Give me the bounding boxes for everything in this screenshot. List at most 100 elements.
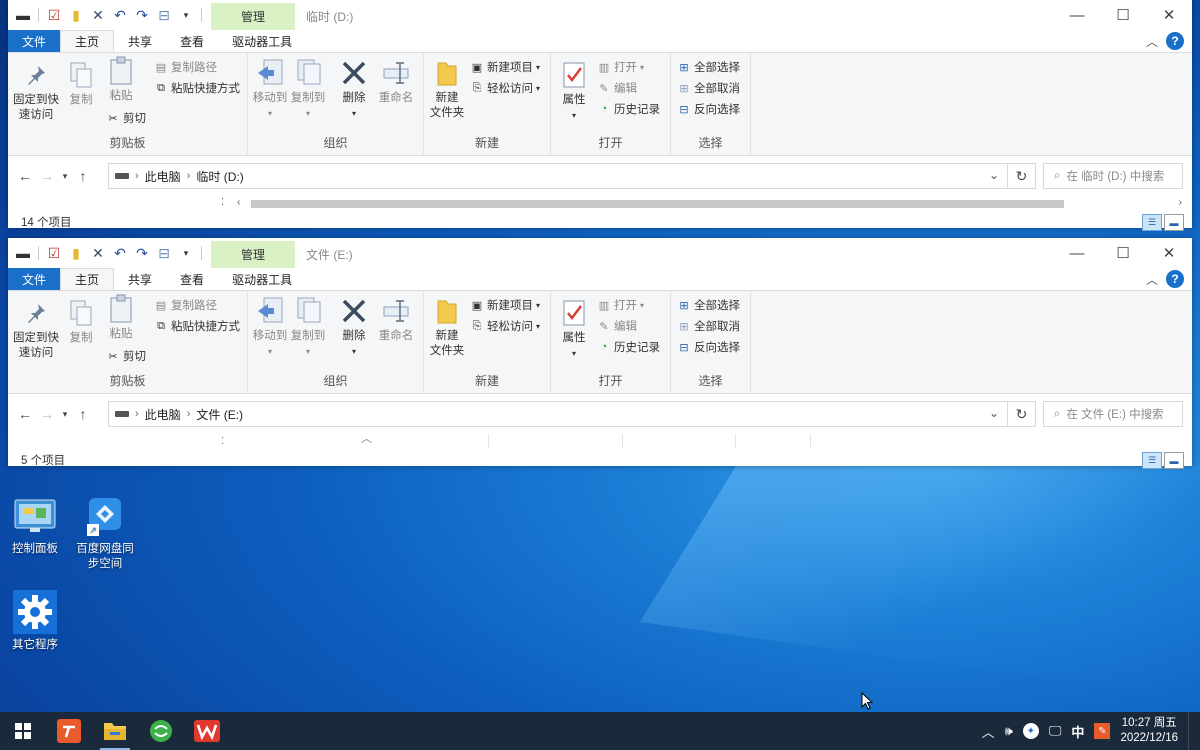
open-button[interactable]: ▥ 打开 ▾ <box>597 297 644 313</box>
taskbar-app-1[interactable] <box>46 712 92 750</box>
explorer-window-d[interactable]: ▬ ☑ ▮ ✕ ↶ ↷ ⊟ ▾ 管理 临时 (D:) — ☐ ✕ 文件 主页 共… <box>8 0 1192 231</box>
up-arrow-icon[interactable]: ↑ <box>72 406 94 422</box>
scrollbar-thumb[interactable] <box>251 200 1064 208</box>
desktop-icon-baidu-netdisk[interactable]: ↗ 百度网盘同步空间 <box>72 494 138 572</box>
file-list-area[interactable]: ⁚ ‹ › <box>8 196 1192 212</box>
new-folder-qat-button[interactable]: ▮ <box>67 244 85 262</box>
start-button[interactable] <box>0 712 46 750</box>
explorer-window-e[interactable]: ▬ ☑ ▮ ✕ ↶ ↷ ⊟ ▾ 管理 文件 (E:) — ☐ ✕ 文件 主页 共… <box>8 238 1192 469</box>
desktop-icon-control-panel[interactable]: 控制面板 <box>2 494 68 557</box>
undo-qat-button[interactable]: ↶ <box>111 244 129 262</box>
select-all-button[interactable]: ⊞ 全部选择 <box>677 297 740 313</box>
tab-file[interactable]: 文件 <box>8 30 61 52</box>
tab-drive-tools[interactable]: 驱动器工具 <box>218 30 306 52</box>
move-to-button[interactable]: 移动到 ▾ <box>252 295 288 359</box>
tab-home[interactable]: 主页 <box>60 268 115 290</box>
address-bar[interactable]: › 此电脑 › 临时 (D:) ⌄ <box>108 163 1008 189</box>
pin-quick-access-button[interactable]: 固定到快速访问 <box>12 59 60 123</box>
column-divider[interactable] <box>735 434 736 448</box>
delete-button[interactable]: 删除 ▾ <box>338 295 370 359</box>
new-folder-qat-button[interactable]: ▮ <box>67 6 85 24</box>
forward-arrow-icon[interactable]: → <box>36 168 58 184</box>
horizontal-scrollbar[interactable]: ⁚ ‹ › <box>213 196 1184 212</box>
tab-file[interactable]: 文件 <box>8 268 61 290</box>
details-view-button[interactable]: ☰ <box>1142 452 1162 469</box>
column-divider[interactable] <box>622 434 623 448</box>
delete-button[interactable]: 删除 ▾ <box>338 57 370 121</box>
properties-button[interactable]: 属性 ▾ <box>557 59 591 123</box>
breadcrumb-drive[interactable]: 文件 (E:) <box>196 406 243 423</box>
title-bar[interactable]: ▬ ☑ ▮ ✕ ↶ ↷ ⊟ ▾ 管理 临时 (D:) — ☐ ✕ <box>8 0 1192 30</box>
new-item-button[interactable]: ▣ 新建项目 ▾ <box>470 59 540 75</box>
recent-locations-chevron-icon[interactable]: ▾ <box>58 171 72 182</box>
collapse-icon[interactable]: ⁚ <box>221 197 224 208</box>
collapse-ribbon-icon[interactable]: ︿ <box>1146 271 1158 288</box>
large-icons-view-button[interactable]: ▬ <box>1164 452 1184 469</box>
file-list-area[interactable]: ⁚ ︿ <box>8 433 1192 450</box>
new-folder-button[interactable]: 新建 文件夹 <box>428 57 466 121</box>
pin-quick-access-button[interactable]: 固定到快速访问 <box>12 297 60 361</box>
breadcrumb-this-pc[interactable]: 此电脑 <box>145 406 181 423</box>
tab-home[interactable]: 主页 <box>60 30 115 52</box>
rename-qat-button[interactable]: ⊟ <box>155 6 173 24</box>
properties-qat-button[interactable]: ☑ <box>45 6 63 24</box>
history-button[interactable]: ◔ 历史记录 <box>597 339 660 355</box>
copy-button[interactable]: 复制 <box>66 59 96 108</box>
taskbar-app-green[interactable] <box>138 712 184 750</box>
properties-qat-button[interactable]: ☑ <box>45 244 63 262</box>
minimize-button[interactable]: — <box>1054 238 1100 268</box>
select-none-button[interactable]: ⊞ 全部取消 <box>677 80 740 96</box>
customize-qat-chevron-icon[interactable]: ▾ <box>177 244 195 262</box>
breadcrumb-this-pc[interactable]: 此电脑 <box>145 168 181 185</box>
manage-contextual-tab[interactable]: 管理 <box>211 3 295 30</box>
sort-ascending-icon[interactable]: ︿ <box>361 430 372 446</box>
maximize-button[interactable]: ☐ <box>1100 238 1146 268</box>
history-button[interactable]: ◔ 历史记录 <box>597 101 660 117</box>
edit-button[interactable]: ✎ 编辑 <box>597 318 637 334</box>
copy-to-button[interactable]: 复制到 ▾ <box>290 57 326 121</box>
delete-qat-button[interactable]: ✕ <box>89 244 107 262</box>
volume-icon[interactable]: 🕪 <box>1005 723 1013 739</box>
taskbar-wps[interactable] <box>184 712 230 750</box>
paste-button[interactable]: 粘贴 <box>104 55 138 104</box>
select-all-button[interactable]: ⊞ 全部选择 <box>677 59 740 75</box>
network-icon[interactable]: 🖵 <box>1049 723 1062 739</box>
rename-button[interactable]: 重命名 <box>376 57 416 106</box>
easy-access-button[interactable]: ⎘ 轻松访问 ▾ <box>470 318 540 334</box>
invert-selection-button[interactable]: ⊟ 反向选择 <box>677 339 740 355</box>
collapse-ribbon-icon[interactable]: ︿ <box>1146 33 1158 50</box>
up-arrow-icon[interactable]: ↑ <box>72 168 94 184</box>
details-view-button[interactable]: ☰ <box>1142 214 1162 231</box>
back-arrow-icon[interactable]: ← <box>14 168 36 184</box>
paste-button[interactable]: 粘贴 <box>104 293 138 342</box>
redo-qat-button[interactable]: ↷ <box>133 6 151 24</box>
undo-qat-button[interactable]: ↶ <box>111 6 129 24</box>
copy-button[interactable]: 复制 <box>66 297 96 346</box>
cut-button[interactable]: ✂ 剪切 <box>106 348 146 364</box>
easy-access-button[interactable]: ⎘ 轻松访问 ▾ <box>470 80 540 96</box>
refresh-button[interactable]: ↻ <box>1008 401 1036 427</box>
forward-arrow-icon[interactable]: → <box>36 406 58 422</box>
baidu-tray-icon[interactable]: ✦ <box>1022 723 1039 739</box>
copy-path-button[interactable]: ▤ 复制路径 <box>154 59 217 75</box>
tab-share[interactable]: 共享 <box>114 30 166 52</box>
manage-contextual-tab[interactable]: 管理 <box>211 241 295 268</box>
paste-shortcut-button[interactable]: ⧉ 粘贴快捷方式 <box>154 318 240 334</box>
scroll-left-arrow-icon[interactable]: ‹ <box>237 197 240 208</box>
customize-qat-chevron-icon[interactable]: ▾ <box>177 6 195 24</box>
address-dropdown-chevron-icon[interactable]: ⌄ <box>989 406 999 420</box>
help-icon[interactable]: ? <box>1166 32 1184 50</box>
copy-to-button[interactable]: 复制到 ▾ <box>290 295 326 359</box>
large-icons-view-button[interactable]: ▬ <box>1164 214 1184 231</box>
tab-view[interactable]: 查看 <box>166 30 218 52</box>
show-desktop-button[interactable] <box>1188 712 1192 750</box>
copy-path-button[interactable]: ▤ 复制路径 <box>154 297 217 313</box>
column-divider[interactable] <box>810 434 811 448</box>
close-button[interactable]: ✕ <box>1146 0 1192 30</box>
minimize-button[interactable]: — <box>1054 0 1100 30</box>
maximize-button[interactable]: ☐ <box>1100 0 1146 30</box>
new-item-button[interactable]: ▣ 新建项目 ▾ <box>470 297 540 313</box>
close-button[interactable]: ✕ <box>1146 238 1192 268</box>
taskbar-file-explorer[interactable] <box>92 712 138 750</box>
cut-button[interactable]: ✂ 剪切 <box>106 110 146 126</box>
